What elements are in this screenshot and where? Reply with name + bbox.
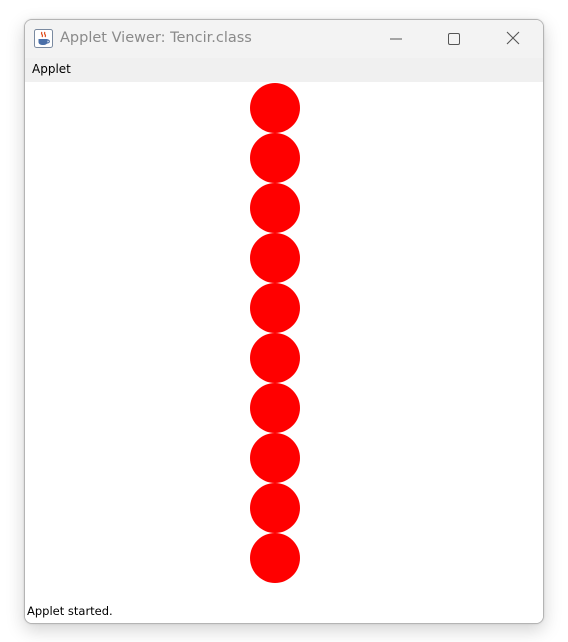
red-circle [250,283,300,333]
red-circle [250,383,300,433]
red-circle [250,483,300,533]
title-bar[interactable]: Applet Viewer: Tencir.class [25,20,543,58]
status-bar: Applet started. [25,599,543,623]
maximize-button[interactable] [431,20,477,58]
close-button[interactable] [490,20,536,58]
red-circle [250,133,300,183]
menu-bar: Applet [25,58,543,82]
minimize-icon [390,30,402,49]
menu-applet[interactable]: Applet [32,62,71,76]
red-circle [250,183,300,233]
minimize-button[interactable] [373,20,419,58]
red-circle [250,533,300,583]
red-circle [250,233,300,283]
close-icon [506,30,520,49]
applet-canvas [25,82,543,599]
applet-viewer-window: Applet Viewer: Tencir.class Applet Apple… [24,19,544,624]
status-text: Applet started. [27,604,113,618]
red-circle [250,433,300,483]
window-title: Applet Viewer: Tencir.class [60,30,252,46]
java-cup-icon[interactable] [34,29,53,48]
red-circle [250,83,300,133]
maximize-icon [448,30,460,49]
red-circle [250,333,300,383]
